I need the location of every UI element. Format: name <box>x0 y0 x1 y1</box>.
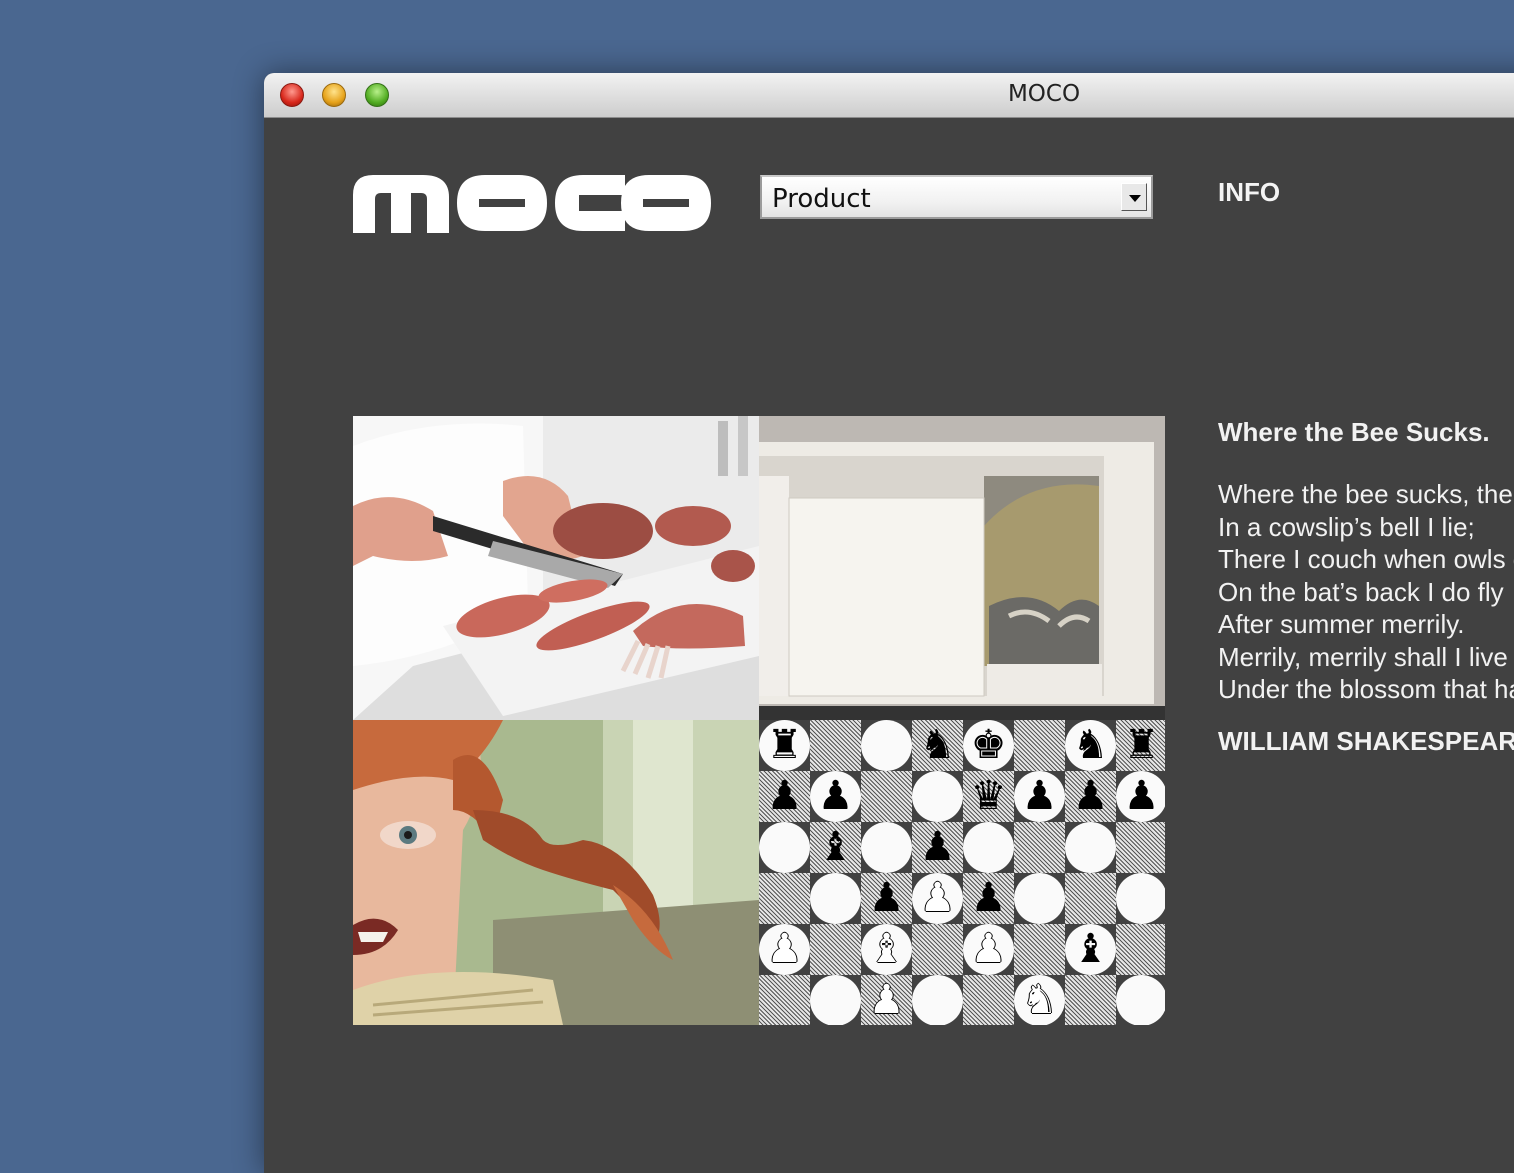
chess-piece-icon: ♝ <box>1072 927 1109 971</box>
chess-square: ♞ <box>1014 975 1065 1025</box>
chess-square <box>759 822 810 873</box>
moco-logo[interactable] <box>353 173 713 233</box>
chess-piece-icon: ♟ <box>868 876 905 920</box>
info-link[interactable]: INFO <box>1218 177 1280 208</box>
chess-square: ♟ <box>810 771 861 822</box>
close-button[interactable] <box>280 83 304 107</box>
poem-line: There I couch when owls do cry. <box>1218 544 1514 574</box>
poem-panel: Where the Bee Sucks. Where the bee sucks… <box>1218 417 1514 757</box>
chess-piece-icon: ♟ <box>766 927 803 971</box>
poem-line: On the bat’s back I do fly <box>1218 576 1504 607</box>
window-title: MOCO <box>1007 81 1081 107</box>
chess-square: ♟ <box>963 873 1014 924</box>
chess-square: ♟ <box>912 822 963 873</box>
chess-piece-icon: ♞ <box>1072 723 1109 767</box>
chess-square <box>1065 873 1116 924</box>
chess-square: ♟ <box>912 873 963 924</box>
chess-square <box>912 975 963 1025</box>
chess-piece-icon: ♟ <box>1072 774 1109 818</box>
chess-square <box>861 771 912 822</box>
minimize-button[interactable] <box>322 83 346 107</box>
category-dropdown[interactable]: Product <box>760 175 1153 219</box>
chess-piece-icon: ♟ <box>1021 774 1058 818</box>
chess-square <box>759 975 810 1025</box>
chess-square <box>810 975 861 1025</box>
chess-square: ♞ <box>1065 720 1116 771</box>
chess-piece-icon: ♝ <box>817 825 854 869</box>
chef-cutting-meat-photo[interactable] <box>353 416 759 720</box>
dropdown-selected-value: Product <box>772 184 871 214</box>
white-box-drawer-photo[interactable] <box>759 416 1165 720</box>
chess-square <box>1065 822 1116 873</box>
chess-square <box>1116 873 1165 924</box>
chess-square <box>1116 975 1165 1025</box>
poem-author: WILLIAM SHAKESPEARE <box>1218 725 1514 756</box>
image-gallery: ♜ ♞ ♚ ♞ ♜ ♟ ♟ ♛ ♟ ♟ ♟ ♝ ♟ ♟ ♟ ♟ ♟ ♝ ♟ ♝ ♟ ♞ <box>353 416 1165 1025</box>
chess-piece-icon: ♞ <box>919 723 956 767</box>
chess-square <box>810 720 861 771</box>
poem-line: In a cowslip’s bell I lie; <box>1218 511 1475 542</box>
chess-square: ♝ <box>861 924 912 975</box>
chess-piece-icon: ♟ <box>868 978 905 1022</box>
poem-line: Merrily, merrily shall I live now <box>1218 641 1514 672</box>
chess-square <box>963 822 1014 873</box>
title-bar[interactable]: MOCO <box>264 73 1514 118</box>
chess-piece-icon: ♜ <box>766 723 803 767</box>
chess-square: ♟ <box>963 924 1014 975</box>
girl-with-braids-photo[interactable] <box>353 720 759 1025</box>
chess-piece-icon: ♟ <box>1123 774 1160 818</box>
poem-title: Where the Bee Sucks. <box>1218 417 1490 447</box>
chess-square: ♝ <box>1065 924 1116 975</box>
chess-square <box>1014 873 1065 924</box>
poem-body: Where the bee sucks, there suck I: In a … <box>1218 478 1514 706</box>
chess-square: ♜ <box>759 720 810 771</box>
chess-square <box>861 822 912 873</box>
chess-square <box>912 924 963 975</box>
poem-line: After summer merrily. <box>1218 609 1465 639</box>
chess-piece-icon: ♚ <box>970 723 1007 767</box>
chess-square: ♟ <box>861 975 912 1025</box>
chess-square <box>1116 822 1165 873</box>
chess-piece-icon: ♟ <box>766 774 803 818</box>
chess-square <box>1014 720 1065 771</box>
chess-square <box>1014 924 1065 975</box>
chess-square: ♟ <box>759 771 810 822</box>
poem-line: Under the blossom that hangs on the boug… <box>1218 674 1514 704</box>
chess-square <box>1116 924 1165 975</box>
chess-square <box>810 924 861 975</box>
chess-square <box>861 720 912 771</box>
chess-square: ♟ <box>759 924 810 975</box>
chess-piece-icon: ♞ <box>1021 978 1058 1022</box>
chess-square <box>963 975 1014 1025</box>
chess-board-diagram[interactable]: ♜ ♞ ♚ ♞ ♜ ♟ ♟ ♛ ♟ ♟ ♟ ♝ ♟ ♟ ♟ ♟ ♟ ♝ ♟ ♝ ♟ ♞ <box>759 720 1165 1025</box>
chess-piece-icon: ♟ <box>970 876 1007 920</box>
app-window: MOCO Product INFO ♜ ♞ ♚ ♞ ♜ ♟ ♟ ♛ ♟ ♟ ♟ … <box>264 73 1514 1173</box>
chess-square: ♞ <box>912 720 963 771</box>
zoom-button[interactable] <box>365 83 389 107</box>
chess-board: ♜ ♞ ♚ ♞ ♜ ♟ ♟ ♛ ♟ ♟ ♟ ♝ ♟ ♟ ♟ ♟ ♟ ♝ ♟ ♝ ♟ ♞ <box>759 720 1165 1025</box>
chess-square: ♟ <box>1014 771 1065 822</box>
chess-square <box>1065 975 1116 1025</box>
chess-square <box>810 873 861 924</box>
chess-piece-icon: ♟ <box>817 774 854 818</box>
chess-piece-icon: ♟ <box>970 927 1007 971</box>
chess-square: ♟ <box>1116 771 1165 822</box>
chess-piece-icon: ♛ <box>970 774 1007 818</box>
chess-square <box>912 771 963 822</box>
chess-square: ♝ <box>810 822 861 873</box>
chess-square <box>759 873 810 924</box>
chess-piece-icon: ♟ <box>919 825 956 869</box>
poem-line: Where the bee sucks, there suck I: <box>1218 479 1514 509</box>
chess-piece-icon: ♝ <box>868 927 905 971</box>
chess-square: ♚ <box>963 720 1014 771</box>
chess-square <box>1014 822 1065 873</box>
chess-piece-icon: ♟ <box>919 876 956 920</box>
chess-piece-icon: ♜ <box>1123 723 1160 767</box>
chess-square: ♟ <box>1065 771 1116 822</box>
chess-square: ♟ <box>861 873 912 924</box>
chess-square: ♛ <box>963 771 1014 822</box>
chess-square: ♜ <box>1116 720 1165 771</box>
chevron-down-icon[interactable] <box>1121 183 1147 211</box>
